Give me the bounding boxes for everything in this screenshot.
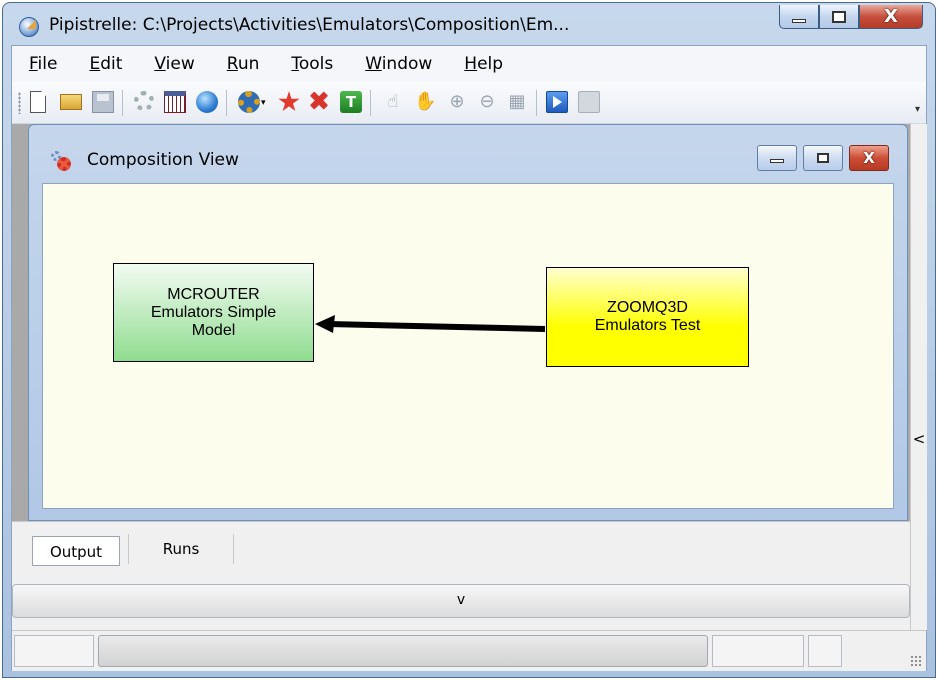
minimize-icon bbox=[770, 159, 784, 163]
menu-file[interactable]: File bbox=[12, 54, 72, 74]
mdi-workspace: Composition View X MCROUTER Emulators Si… bbox=[12, 124, 910, 521]
dropdown-caret-icon[interactable]: ▾ bbox=[261, 98, 266, 108]
menu-edit-label: dit bbox=[100, 54, 123, 74]
zoom-out-icon[interactable]: ⊖ bbox=[476, 91, 498, 113]
menu-view-accel: V bbox=[154, 54, 166, 74]
stop-icon[interactable] bbox=[578, 91, 600, 113]
toolbar-separator bbox=[536, 90, 537, 116]
status-cell bbox=[14, 635, 94, 667]
resize-grip-icon[interactable] bbox=[910, 655, 922, 667]
child-close-button[interactable]: X bbox=[849, 145, 889, 171]
tab-output[interactable]: Output bbox=[32, 536, 120, 566]
composition-view-window: Composition View X MCROUTER Emulators Si… bbox=[28, 124, 908, 521]
open-folder-icon[interactable] bbox=[60, 94, 82, 110]
menu-view[interactable]: View bbox=[137, 54, 209, 74]
menu-window[interactable]: Window bbox=[348, 54, 447, 74]
large-gear-icon bbox=[57, 157, 71, 171]
toolbar-separator bbox=[122, 90, 123, 116]
bottom-tabs: Output Runs bbox=[12, 521, 910, 576]
right-side-panel[interactable]: < bbox=[910, 124, 927, 630]
arrow-head-icon bbox=[315, 315, 335, 333]
toolbar-separator bbox=[226, 90, 227, 116]
toolbar: ▾ ✖ T ☝ ✋ ⊕ ⊖ ▦ ▾ bbox=[12, 82, 926, 124]
main-window: Pipistrelle: C:\Projects\Activities\Emul… bbox=[2, 2, 936, 678]
menu-edit[interactable]: Edit bbox=[72, 54, 137, 74]
menu-run-accel: R bbox=[226, 54, 238, 74]
status-cell bbox=[808, 635, 842, 667]
app-icon[interactable] bbox=[19, 17, 39, 37]
add-component-gear-icon[interactable] bbox=[238, 91, 260, 113]
trigger-icon[interactable]: T bbox=[340, 91, 362, 113]
child-minimize-button[interactable] bbox=[757, 145, 797, 171]
title-bar[interactable]: Pipistrelle: C:\Projects\Activities\Emul… bbox=[3, 3, 935, 47]
tab-runs[interactable]: Runs bbox=[128, 534, 234, 564]
zoom-in-icon[interactable]: ⊕ bbox=[446, 91, 468, 113]
run-icon[interactable] bbox=[546, 91, 568, 113]
node-line: ZOOMQ3D bbox=[607, 299, 688, 316]
globe-icon[interactable] bbox=[196, 91, 218, 113]
close-button[interactable]: X bbox=[859, 5, 923, 29]
delete-icon[interactable]: ✖ bbox=[308, 89, 330, 115]
toolbar-separator bbox=[370, 90, 371, 116]
toolbar-overflow-icon[interactable]: ▾ bbox=[915, 104, 920, 115]
maximize-button[interactable] bbox=[819, 5, 859, 29]
composition-gear-icon bbox=[51, 151, 71, 171]
close-icon: X bbox=[884, 5, 898, 27]
bottom-panel-expander[interactable]: v bbox=[12, 584, 910, 618]
menu-file-accel: F bbox=[29, 54, 38, 74]
status-bar bbox=[12, 630, 926, 671]
component-node-mcrouter[interactable]: MCROUTER Emulators Simple Model bbox=[113, 263, 314, 362]
menu-run[interactable]: Run bbox=[210, 54, 275, 74]
menu-bar: File Edit View Run Tools Window Help bbox=[12, 46, 926, 82]
menu-window-label: indow bbox=[381, 54, 433, 74]
menu-tools-label: ools bbox=[298, 54, 334, 74]
node-line: Emulators Simple bbox=[150, 303, 277, 321]
menu-file-label: ile bbox=[37, 54, 58, 74]
new-file-icon[interactable] bbox=[30, 91, 46, 113]
zoom-fit-icon[interactable]: ▦ bbox=[506, 91, 528, 113]
options-gear-icon[interactable] bbox=[134, 91, 154, 111]
menu-view-label: iew bbox=[165, 54, 195, 74]
save-icon[interactable] bbox=[92, 91, 114, 113]
menu-help-label: elp bbox=[477, 54, 504, 74]
restore-icon bbox=[817, 153, 829, 163]
composition-canvas[interactable]: MCROUTER Emulators Simple Model ZOOMQ3D … bbox=[42, 183, 894, 509]
progress-bar bbox=[98, 635, 708, 667]
close-icon: X bbox=[863, 149, 875, 167]
menu-window-accel: W bbox=[365, 54, 382, 74]
minimize-button[interactable] bbox=[779, 5, 819, 29]
menu-run-label: un bbox=[237, 54, 260, 74]
node-line: MCROUTER bbox=[167, 285, 260, 303]
node-line: Emulators Test bbox=[594, 317, 701, 334]
maximize-icon bbox=[832, 10, 846, 23]
child-window-title: Composition View bbox=[87, 150, 239, 170]
minimize-icon bbox=[792, 18, 806, 23]
component-node-zoomq3d[interactable]: ZOOMQ3D Emulators Test bbox=[546, 267, 749, 367]
link-line[interactable] bbox=[328, 321, 546, 332]
menu-help[interactable]: Help bbox=[447, 54, 518, 74]
menu-edit-accel: E bbox=[89, 54, 101, 74]
pan-hand-icon[interactable]: ✋ bbox=[414, 91, 436, 113]
menu-tools[interactable]: Tools bbox=[274, 54, 348, 74]
node-line: Model bbox=[191, 321, 236, 339]
connect-icon[interactable] bbox=[278, 91, 300, 112]
collapse-side-panel-button[interactable]: < bbox=[911, 424, 927, 454]
client-area: File Edit View Run Tools Window Help ▾ ✖… bbox=[11, 45, 927, 671]
menu-help-accel: H bbox=[464, 54, 478, 74]
window-title: Pipistrelle: C:\Projects\Activities\Emul… bbox=[49, 15, 570, 35]
menu-tools-accel: T bbox=[291, 54, 299, 74]
table-icon[interactable] bbox=[164, 91, 186, 113]
child-restore-button[interactable] bbox=[803, 145, 843, 171]
child-caption-buttons: X bbox=[757, 145, 889, 171]
status-cell bbox=[712, 635, 804, 667]
caption-buttons: X bbox=[779, 5, 923, 35]
toolbar-grip-icon[interactable] bbox=[18, 92, 21, 114]
pointer-icon[interactable]: ☝ bbox=[382, 91, 404, 113]
